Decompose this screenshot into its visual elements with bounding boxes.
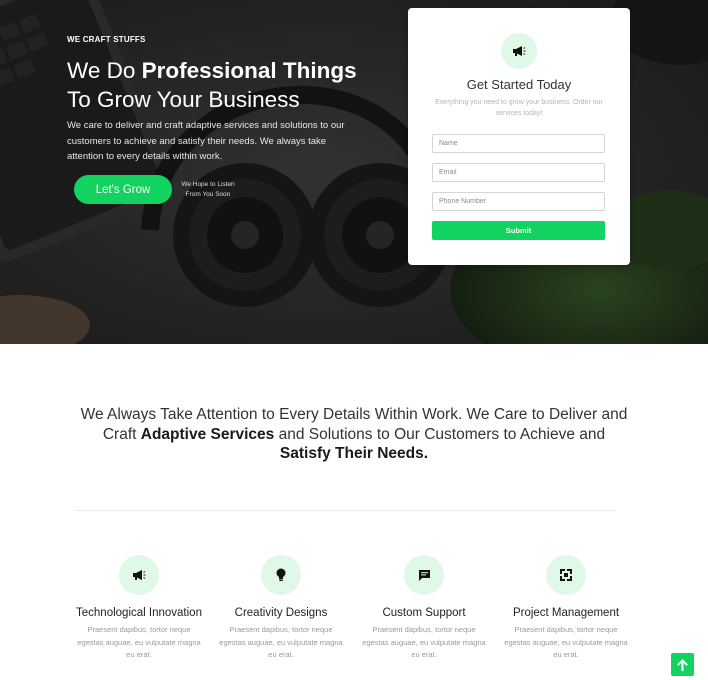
- statement-bold1: Adaptive Services: [140, 425, 275, 443]
- lightbulb-icon: [261, 555, 301, 595]
- statement-part2: and Solutions to Our Customers to Achiev…: [274, 425, 606, 443]
- phone-number-field[interactable]: [432, 192, 605, 211]
- feature-title: Technological Innovation: [76, 607, 202, 619]
- feature-text: Praesent dapibus, tortor neque egestas a…: [504, 625, 628, 659]
- feature-text: Praesent dapibus, tortor neque egestas a…: [219, 625, 343, 659]
- mission-statement: We Always Take Attention to Every Detail…: [80, 405, 628, 464]
- fullscreen-icon: [546, 555, 586, 595]
- lets-grow-button[interactable]: Let's Grow: [74, 175, 172, 204]
- hero-section: WE CRAFT STUFFS We Do Professional Thing…: [0, 0, 708, 344]
- feature-project-management: Project Management Praesent dapibus, tor…: [496, 555, 636, 662]
- feature-custom-support: Custom Support Praesent dapibus, tortor …: [354, 555, 494, 662]
- feature-technological-innovation: Technological Innovation Praesent dapibu…: [69, 555, 209, 662]
- feature-text: Praesent dapibus, tortor neque egestas a…: [362, 625, 486, 659]
- name-field[interactable]: [432, 134, 605, 153]
- get-started-form: Get Started Today Everything you need to…: [408, 8, 630, 265]
- chat-icon: [404, 555, 444, 595]
- feature-text: Praesent dapibus, tortor neque egestas a…: [77, 625, 201, 659]
- arrow-up-icon: [677, 658, 688, 671]
- email-field[interactable]: [432, 163, 605, 182]
- scroll-to-top-button[interactable]: [671, 653, 694, 676]
- megaphone-icon: [119, 555, 159, 595]
- statement-bold2: Satisfy Their Needs.: [279, 445, 429, 462]
- form-subtitle: Everything you need to grow your busines…: [435, 99, 603, 117]
- feature-title: Custom Support: [382, 607, 466, 619]
- hero-description: We care to deliver and craft adaptive se…: [67, 120, 345, 162]
- submit-button[interactable]: Submit: [432, 221, 605, 240]
- feature-creativity-designs: Creativity Designs Praesent dapibus, tor…: [211, 555, 351, 662]
- section-divider: [75, 510, 615, 511]
- headline-line2: To Grow Your Business: [67, 87, 300, 112]
- feature-title: Project Management: [512, 607, 620, 619]
- feature-title: Creativity Designs: [234, 607, 328, 619]
- megaphone-icon: [501, 33, 537, 69]
- headline-plain: We Do: [67, 58, 142, 83]
- cta-note: We Hope to Listen From You Soon: [181, 181, 235, 198]
- form-title: Get Started Today: [466, 77, 572, 92]
- hero-eyebrow: WE CRAFT STUFFS: [67, 35, 146, 44]
- headline-bold: Professional Things: [141, 58, 357, 83]
- hero-headline: We Do Professional Things To Grow Your B…: [67, 56, 397, 114]
